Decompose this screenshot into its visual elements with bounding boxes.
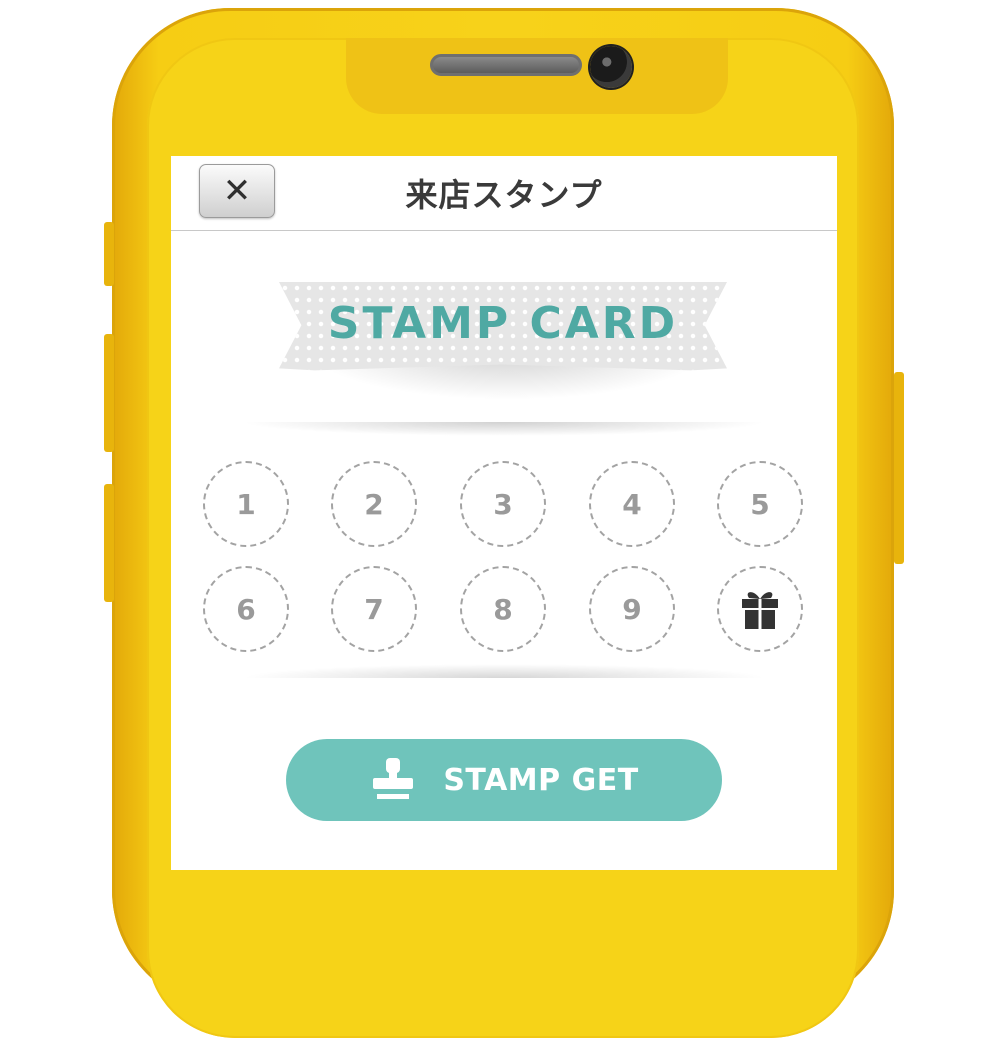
stamp-get-button[interactable]: STAMP GET — [286, 739, 722, 821]
front-camera — [590, 46, 632, 88]
navigation-bar: 来店スタンプ ✕ — [171, 156, 837, 231]
stamp-slot-reward — [717, 566, 803, 652]
stamp-slot-3: 3 — [460, 461, 546, 547]
stamp-slot-4: 4 — [589, 461, 675, 547]
banner-title: STAMP CARD — [327, 298, 679, 349]
stamp-slot-6: 6 — [203, 566, 289, 652]
close-button[interactable]: ✕ — [199, 164, 275, 218]
grid-divider-bottom — [241, 664, 767, 678]
grid-divider-top — [241, 422, 767, 436]
speaker-grille — [430, 54, 582, 76]
gift-icon — [742, 592, 778, 629]
stamp-slot-5: 5 — [717, 461, 803, 547]
stamp-slot-7: 7 — [331, 566, 417, 652]
side-button-volume-up — [104, 334, 114, 452]
stamp-icon — [373, 758, 414, 799]
side-button-power — [894, 372, 904, 564]
stamp-slot-2: 2 — [331, 461, 417, 547]
side-button-volume-down — [104, 484, 114, 602]
stamp-slot-9: 9 — [589, 566, 675, 652]
phone-notch — [346, 38, 728, 114]
stamp-card-banner: STAMP CARD — [279, 282, 727, 412]
side-button-mute — [104, 222, 114, 286]
close-icon: ✕ — [222, 171, 252, 211]
stamp-slot-1: 1 — [203, 461, 289, 547]
app-screen: 来店スタンプ ✕ STAMP CARD 1 2 3 4 5 6 7 8 9 ST… — [171, 156, 837, 870]
stamp-get-label: STAMP GET — [443, 762, 639, 798]
stamp-slot-8: 8 — [460, 566, 546, 652]
